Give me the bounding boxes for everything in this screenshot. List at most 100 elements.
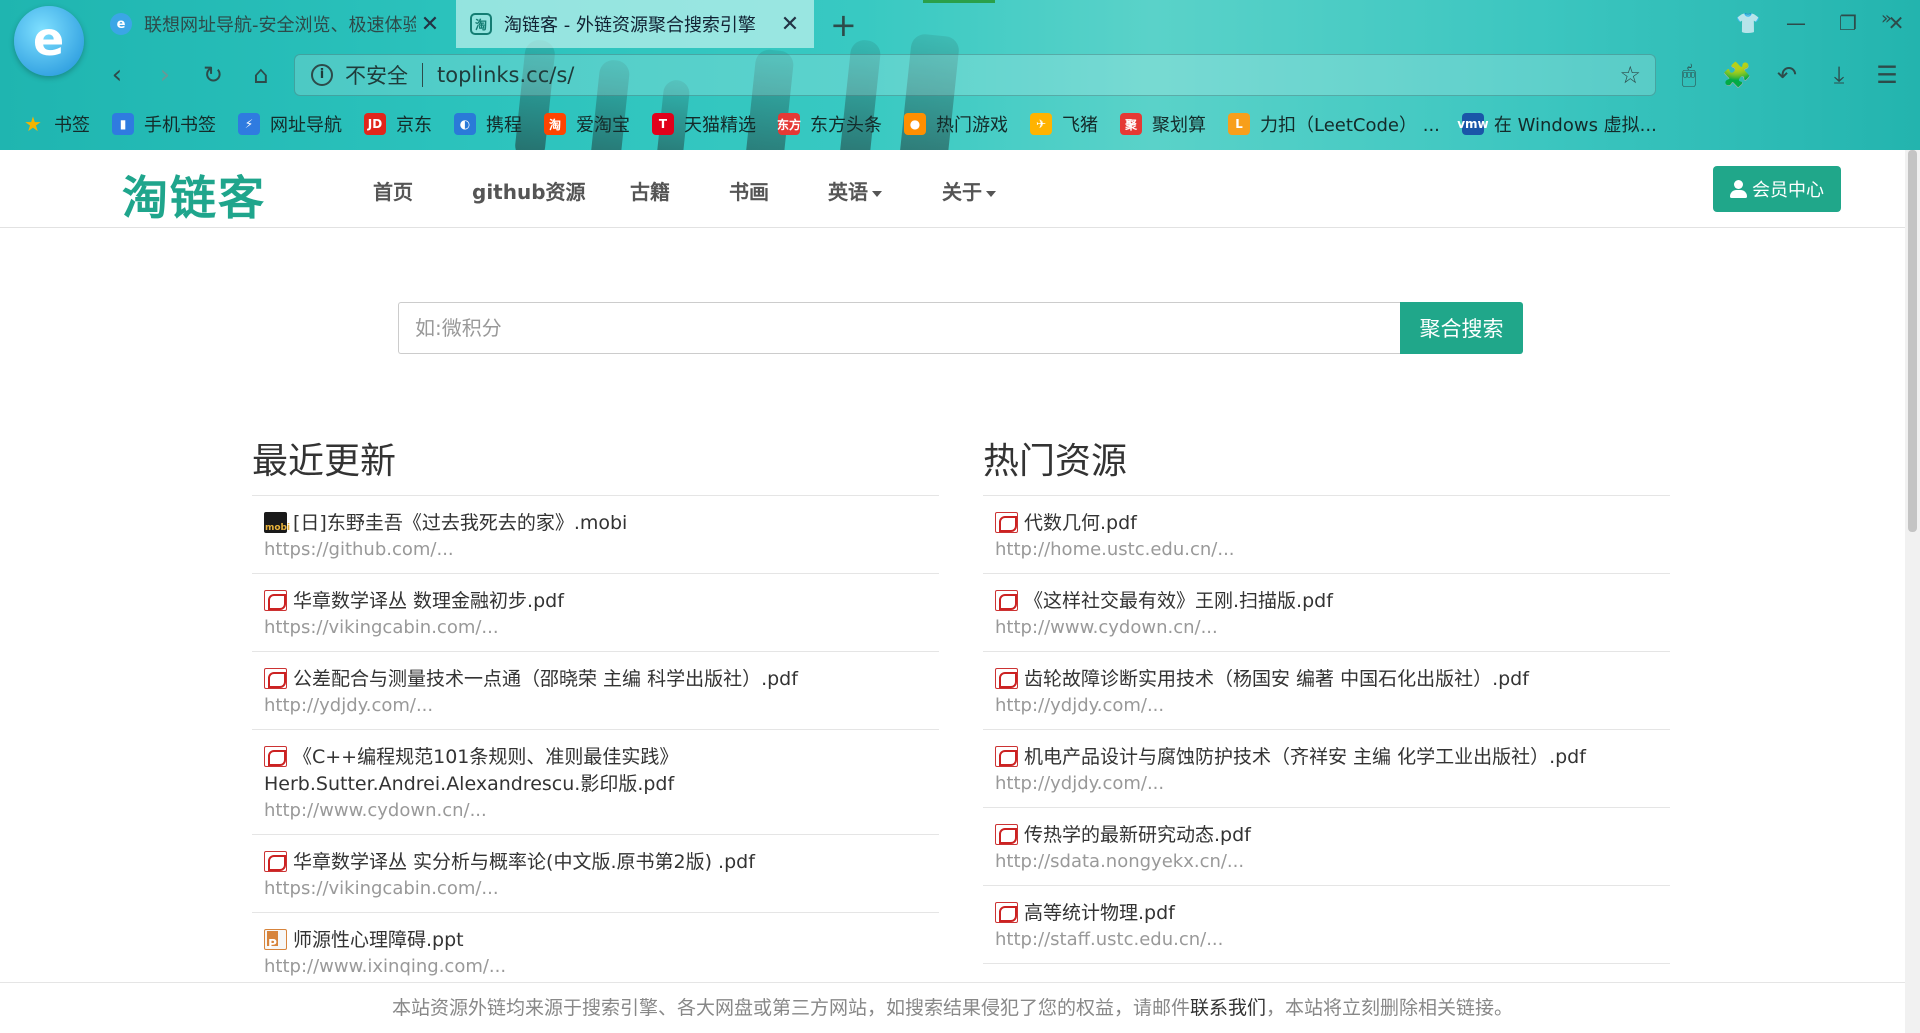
nav-github[interactable]: github资源 xyxy=(472,176,586,205)
member-center-button[interactable]: 会员中心 xyxy=(1713,166,1841,212)
resource-title[interactable]: 齿轮故障诊断实用技术（杨国安 编著 中国石化出版社）.pdf xyxy=(1024,668,1529,690)
list-item[interactable]: 华章数学译丛 数理金融初步.pdf https://vikingcabin.com… xyxy=(252,574,939,652)
resource-title[interactable]: 传热学的最新研究动态.pdf xyxy=(1024,824,1251,846)
nav-ancient-books[interactable]: 古籍 xyxy=(630,176,670,205)
scrollbar[interactable] xyxy=(1905,150,1920,1033)
bookmark-item[interactable]: ● 热门游戏 xyxy=(904,111,1008,137)
bookmark-item[interactable]: vmw 在 Windows 虚拟... xyxy=(1457,111,1657,137)
bookmark-item[interactable]: ᒪ 力扣（LeetCode） ... xyxy=(1228,111,1440,137)
security-label[interactable]: 不安全 xyxy=(345,60,408,90)
download-icon[interactable]: ⤓ xyxy=(1822,58,1856,92)
scrollbar-thumb[interactable] xyxy=(1908,150,1917,532)
tab-toplinks[interactable]: 淘 淘链客 - 外链资源聚合搜索引擎 ✕ xyxy=(456,0,814,48)
nav-english[interactable]: 英语 xyxy=(828,176,882,205)
bookmark-item[interactable]: ✈ 飞猪 xyxy=(1030,111,1098,137)
resource-title[interactable]: 机电产品设计与腐蚀防护技术（齐祥安 主编 化学工业出版社）.pdf xyxy=(1024,746,1586,768)
list-item[interactable]: 高等统计物理.pdf http://staff.ustc.edu.cn/... xyxy=(983,886,1670,964)
list-item[interactable]: 公差配合与测量技术一点通（邵晓荣 主编 科学出版社）.pdf http://ydj… xyxy=(252,652,939,730)
tab-title: 淘链客 - 外链资源聚合搜索引擎 xyxy=(504,15,756,36)
bookmark-item[interactable]: ▮ 手机书签 xyxy=(112,111,216,137)
address-bar[interactable]: i 不安全 toplinks.cc/s/ ☆ xyxy=(294,54,1656,96)
footer-text: ，本站将立刻删除相关链接。 xyxy=(1266,997,1514,1019)
pdf-file-icon xyxy=(995,902,1018,923)
resource-title[interactable]: 高等统计物理.pdf xyxy=(1024,902,1175,924)
resource-title-line: 公差配合与测量技术一点通（邵晓荣 主编 科学出版社）.pdf xyxy=(264,666,927,693)
bookmark-item[interactable]: 淘爱淘宝 xyxy=(544,111,630,137)
new-tab-button[interactable]: + xyxy=(830,6,857,44)
forward-icon[interactable]: › xyxy=(148,58,182,92)
bookmark-favicon-icon: 淘 xyxy=(544,113,566,135)
site-header: 淘链客 首页 github资源 古籍 书画 英语 关于 会员中心 xyxy=(0,150,1905,228)
recent-list: [日]东野圭吾《过去我死去的家》.mobi https://github.com/… xyxy=(252,496,939,991)
close-icon[interactable]: ✕ xyxy=(416,12,444,37)
shirt-icon[interactable]: 👕 xyxy=(1728,8,1768,38)
resource-title[interactable]: [日]东野圭吾《过去我死去的家》.mobi xyxy=(293,512,627,534)
home-icon[interactable]: ⌂ xyxy=(244,58,278,92)
browser-logo[interactable] xyxy=(14,6,84,76)
resource-title[interactable]: 华章数学译丛 数理金融初步.pdf xyxy=(293,590,564,612)
tab-lenovo-nav[interactable]: e 联想网址导航-安全浏览、极速体验 ✕ xyxy=(96,0,454,48)
list-item[interactable]: [日]东野圭吾《过去我死去的家》.mobi https://github.com/… xyxy=(252,496,939,574)
reload-icon[interactable]: ↻ xyxy=(196,58,230,92)
bookmark-label: 手机书签 xyxy=(144,115,216,136)
site-logo[interactable]: 淘链客 xyxy=(122,162,266,228)
more-bookmarks-icon[interactable]: » xyxy=(1881,8,1892,29)
restore-button[interactable]: ❐ xyxy=(1828,8,1868,38)
bookmark-item[interactable]: ◐ 携程 xyxy=(454,111,522,137)
bookmark-label: 天猫精选 xyxy=(684,115,756,136)
bookmark-item[interactable]: JD 京东 xyxy=(364,111,432,137)
resource-title[interactable]: 师源性心理障碍.ppt xyxy=(293,929,464,951)
list-item[interactable]: 师源性心理障碍.ppt http://www.ixinqing.com/... xyxy=(252,913,939,991)
bookmark-item[interactable]: ★ 书签 xyxy=(22,111,90,137)
info-icon[interactable]: i xyxy=(311,64,333,86)
list-item[interactable]: 华章数学译丛 实分析与概率论(中文版.原书第2版) .pdf https://vi… xyxy=(252,835,939,913)
resource-source: http://ydjdy.com/... xyxy=(264,695,434,716)
list-item[interactable]: 《这样社交最有效》王刚.扫描版.pdf http://www.cydown.cn/… xyxy=(983,574,1670,652)
recent-updates-section: 最近更新 [日]东野圭吾《过去我死去的家》.mobi https://github… xyxy=(252,432,939,991)
resource-source: http://home.ustc.edu.cn/... xyxy=(995,539,1235,560)
section-title: 热门资源 xyxy=(983,432,1670,496)
bookmark-item[interactable]: ⚡ 网址导航 xyxy=(238,111,342,137)
bookmark-favicon-icon: T xyxy=(652,113,674,135)
resource-title[interactable]: 华章数学译丛 实分析与概率论(中文版.原书第2版) .pdf xyxy=(293,851,755,873)
resource-source: http://www.ixinqing.com/... xyxy=(264,956,507,977)
bookmark-star-icon[interactable]: ☆ xyxy=(1619,61,1641,89)
nav-calligraphy[interactable]: 书画 xyxy=(729,176,769,205)
list-item[interactable]: 齿轮故障诊断实用技术（杨国安 编著 中国石化出版社）.pdf http://ydj… xyxy=(983,652,1670,730)
close-icon[interactable]: ✕ xyxy=(776,12,804,37)
contact-us-link[interactable]: 联系我们 xyxy=(1190,997,1266,1019)
game-icon: ● xyxy=(904,113,926,135)
bookmark-favicon-icon: 聚 xyxy=(1120,113,1142,135)
bookmark-item[interactable]: T 天猫精选 xyxy=(652,111,756,137)
extensions-icon[interactable]: 🧩 xyxy=(1720,58,1754,92)
resource-title[interactable]: 《C++编程规范101条规则、准则最佳实践》Herb.Sutter.Andrei… xyxy=(264,746,678,795)
bookmark-item[interactable]: 东方 东方头条 xyxy=(777,111,882,137)
bookmark-label: 京东 xyxy=(396,115,432,136)
resource-title[interactable]: 代数几何.pdf xyxy=(1024,512,1137,534)
toplinks-favicon-icon: 淘 xyxy=(470,13,492,35)
ctrip-icon: ◐ xyxy=(454,113,476,135)
resource-title[interactable]: 《这样社交最有效》王刚.扫描版.pdf xyxy=(1024,590,1333,612)
ie-icon: e xyxy=(110,13,132,35)
undo-icon[interactable]: ↶ xyxy=(1770,58,1804,92)
hot-resources-section: 热门资源 代数几何.pdf http://home.ustc.edu.cn/...… xyxy=(983,432,1670,964)
bookmark-label: 聚划算 xyxy=(1152,115,1206,136)
url-text[interactable]: toplinks.cc/s/ xyxy=(437,63,1619,87)
search-button[interactable]: 聚合搜索 xyxy=(1400,302,1523,354)
resource-title[interactable]: 公差配合与测量技术一点通（邵晓荣 主编 科学出版社）.pdf xyxy=(293,668,798,690)
bookmark-label: 书签 xyxy=(54,115,90,136)
bookmark-label: 在 Windows 虚拟... xyxy=(1493,115,1657,136)
minimize-button[interactable]: — xyxy=(1776,8,1816,38)
list-item[interactable]: 传热学的最新研究动态.pdf http://sdata.nongyekx.cn/.… xyxy=(983,808,1670,886)
nav-about[interactable]: 关于 xyxy=(942,176,996,205)
pdf-file-icon xyxy=(995,746,1018,767)
search-input[interactable] xyxy=(398,302,1400,354)
bookmark-item[interactable]: 聚聚划算 xyxy=(1120,111,1206,137)
mouse-gesture-icon[interactable]: 🖱 xyxy=(1672,58,1706,92)
back-icon[interactable]: ‹ xyxy=(100,58,134,92)
menu-icon[interactable]: ☰ xyxy=(1870,58,1904,92)
list-item[interactable]: 机电产品设计与腐蚀防护技术（齐祥安 主编 化学工业出版社）.pdf http://… xyxy=(983,730,1670,808)
list-item[interactable]: 《C++编程规范101条规则、准则最佳实践》Herb.Sutter.Andrei… xyxy=(252,730,939,835)
nav-home[interactable]: 首页 xyxy=(373,176,413,205)
list-item[interactable]: 代数几何.pdf http://home.ustc.edu.cn/... xyxy=(983,496,1670,574)
